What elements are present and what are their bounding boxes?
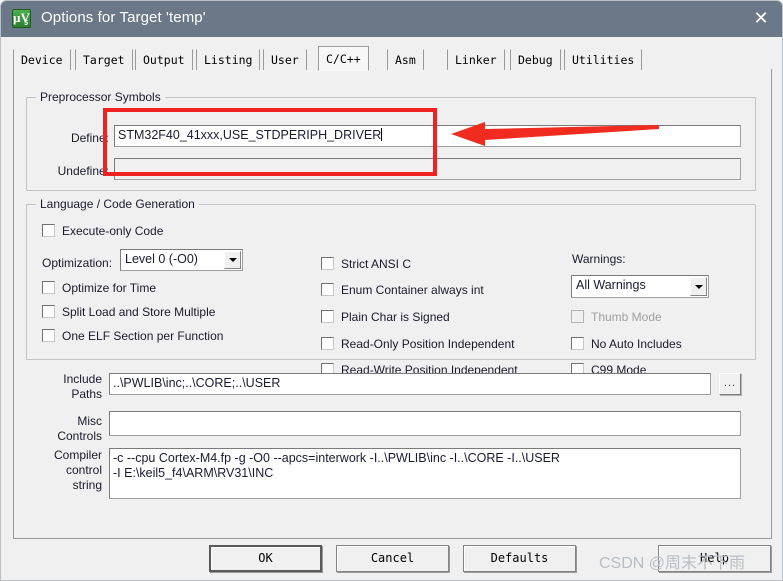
optimization-select[interactable]: Level 0 (-O0)	[120, 249, 243, 271]
checkbox-label: Read-Only Position Independent	[341, 337, 515, 351]
checkbox-box-icon	[42, 224, 55, 237]
checkbox-box-icon	[571, 337, 584, 350]
checkbox-label: Enum Container always int	[341, 283, 484, 297]
optimization-value: Level 0 (-O0)	[125, 252, 198, 266]
tab-c-cpp[interactable]: C/C++	[318, 46, 369, 71]
misc-controls-label-line1: Misc	[77, 414, 102, 428]
include-paths-label-line2: Paths	[71, 387, 102, 401]
chevron-down-icon[interactable]	[690, 277, 707, 296]
language-code-generation-legend: Language / Code Generation	[36, 197, 199, 211]
text-caret	[381, 128, 383, 141]
checkbox-label: Optimize for Time	[62, 281, 157, 295]
include-paths-label-line1: Include	[63, 372, 102, 386]
checkbox-box-icon	[321, 257, 334, 270]
warnings-value: All Warnings	[576, 278, 646, 292]
tab-utilities[interactable]: Utilities	[564, 49, 643, 70]
dialog-body: Device Target Output Listing User C/C++ …	[1, 37, 782, 580]
cancel-button[interactable]: Cancel	[336, 545, 449, 572]
close-icon: ✕	[753, 8, 769, 28]
checkbox-label: Split Load and Store Multiple	[62, 305, 216, 319]
checkbox-label: One ELF Section per Function	[62, 329, 224, 343]
warnings-label: Warnings:	[572, 252, 626, 266]
optimization-label: Optimization:	[42, 256, 113, 270]
checkbox-box-icon	[42, 281, 55, 294]
checkbox-box-icon	[42, 329, 55, 342]
compiler-control-label-line2: control	[65, 463, 102, 477]
tab-asm[interactable]: Asm	[387, 49, 424, 70]
tab-listing[interactable]: Listing	[196, 49, 261, 70]
define-value: STM32F40_41xxx,USE_STDPERIPH_DRIVER	[118, 128, 382, 142]
tab-user[interactable]: User	[263, 49, 307, 70]
checkbox-box-icon	[321, 283, 334, 296]
checkbox-box-icon	[42, 305, 55, 318]
uvision-logo-version: 5	[24, 20, 28, 27]
title-bar: µV 5 Options for Target 'temp' ✕	[1, 1, 782, 37]
uvision-logo-icon: µV 5	[12, 9, 31, 28]
ok-button[interactable]: OK	[209, 545, 322, 572]
checkbox-label: Thumb Mode	[591, 310, 662, 324]
checkbox-label: No Auto Includes	[591, 337, 682, 351]
compiler-control-label-line1: Compiler	[53, 448, 102, 462]
preprocessor-symbols-legend: Preprocessor Symbols	[36, 90, 165, 104]
checkbox-box-icon	[321, 337, 334, 350]
checkbox-label: Execute-only Code	[62, 224, 164, 238]
tab-target[interactable]: Target	[75, 49, 133, 70]
checkbox-box-icon	[321, 310, 334, 323]
tab-device[interactable]: Device	[13, 49, 71, 70]
include-paths-field[interactable]: ..\PWLIB\inc;..\CORE;..\USER	[109, 373, 711, 395]
chevron-down-icon[interactable]	[224, 251, 241, 269]
options-dialog: µV 5 Options for Target 'temp' ✕ Device …	[0, 0, 783, 581]
tab-output[interactable]: Output	[135, 49, 193, 70]
defaults-button[interactable]: Defaults	[463, 545, 576, 572]
checkbox-label: Strict ANSI C	[341, 257, 412, 271]
include-paths-browse-button[interactable]: ...	[719, 373, 741, 395]
compiler-control-string-field[interactable]: -c --cpu Cortex-M4.fp -g -O0 --apcs=inte…	[109, 448, 741, 499]
undefine-field[interactable]	[114, 158, 741, 180]
ellipsis-icon: ...	[723, 377, 737, 389]
tab-linker[interactable]: Linker	[447, 49, 505, 70]
window-title: Options for Target 'temp'	[41, 9, 206, 26]
tab-debug[interactable]: Debug	[510, 49, 561, 70]
tab-bar: Device Target Output Listing User C/C++ …	[13, 46, 772, 71]
checkbox-label: Plain Char is Signed	[341, 310, 450, 324]
checkbox-box-icon	[571, 310, 584, 323]
help-button[interactable]: Help	[658, 545, 771, 572]
misc-controls-field[interactable]	[109, 411, 741, 436]
undefine-label: Undefine:	[57, 164, 109, 178]
compiler-control-label-line3: string	[72, 478, 102, 492]
misc-controls-label-line2: Controls	[57, 429, 102, 443]
warnings-select[interactable]: All Warnings	[571, 275, 709, 298]
define-label: Define:	[70, 131, 109, 145]
define-field[interactable]: STM32F40_41xxx,USE_STDPERIPH_DRIVER	[114, 125, 741, 147]
close-button[interactable]: ✕	[738, 1, 782, 37]
